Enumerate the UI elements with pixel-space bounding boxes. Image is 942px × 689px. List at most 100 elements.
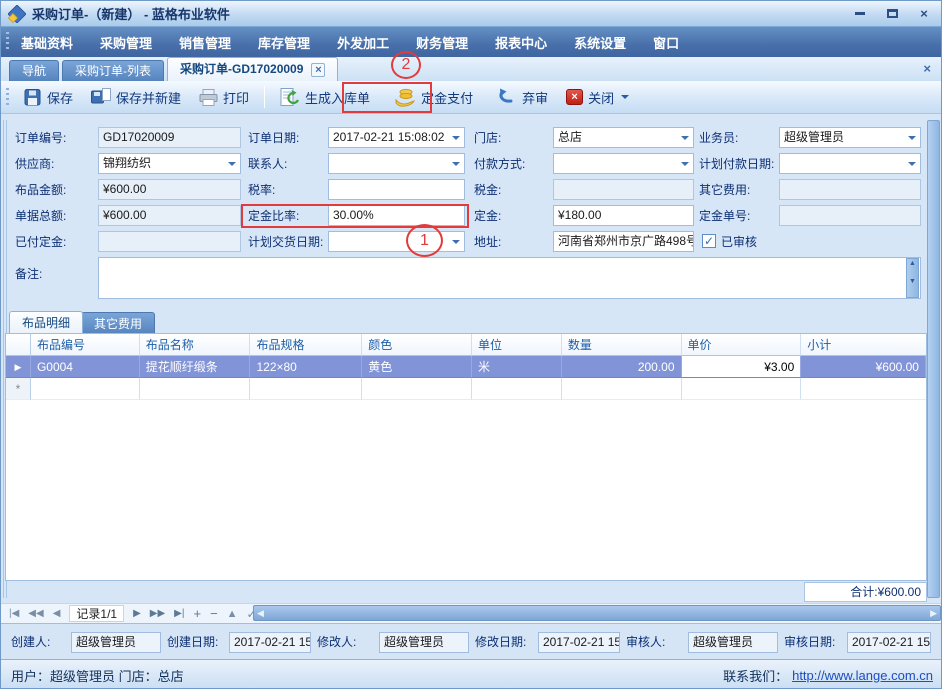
- order-no-value: GD17020009: [103, 130, 174, 144]
- plan-delivery-date-field[interactable]: [328, 231, 465, 252]
- cell-color[interactable]: 黄色: [362, 356, 472, 378]
- chevron-down-icon[interactable]: [452, 136, 460, 140]
- print-button[interactable]: 打印: [192, 85, 256, 110]
- close-button[interactable]: ×: [913, 4, 935, 22]
- deposit-field[interactable]: ¥180.00: [553, 205, 694, 226]
- nav-delete-button[interactable]: −: [210, 606, 218, 621]
- menu-purchase[interactable]: 采购管理: [100, 33, 152, 52]
- chevron-down-icon[interactable]: [621, 95, 629, 99]
- empty-cell[interactable]: [472, 378, 562, 400]
- menu-settings[interactable]: 系统设置: [574, 33, 626, 52]
- nav-insert-button[interactable]: +: [193, 606, 201, 621]
- cell-fabric-name[interactable]: 提花顺纡缎条: [140, 356, 251, 378]
- table-header-row: 布品编号 布品名称 布品规格 颜色 单位 数量 单价 小计: [6, 334, 926, 356]
- tab-other-fee[interactable]: 其它费用: [81, 312, 155, 334]
- vertical-scrollbar[interactable]: [927, 120, 940, 598]
- chevron-down-icon[interactable]: [681, 136, 689, 140]
- empty-cell[interactable]: [140, 378, 251, 400]
- tab-navigation[interactable]: 导航: [9, 60, 59, 81]
- nav-next-page-button[interactable]: ▶▶: [150, 608, 165, 619]
- auditor-field: 超级管理员: [688, 632, 778, 653]
- chevron-down-icon[interactable]: [908, 136, 916, 140]
- store-field[interactable]: 总店: [553, 127, 694, 148]
- empty-cell[interactable]: [31, 378, 140, 400]
- nav-first-button[interactable]: |◀: [9, 608, 19, 619]
- audit-band: 创建人: 超级管理员 创建日期: 2017-02-21 15 修改人: 超级管理…: [1, 623, 942, 659]
- table-row-selected[interactable]: ▶ G0004 提花顺纡缎条 122×80 黄色 米 200.00 ¥3.00 …: [6, 356, 926, 378]
- contact-field[interactable]: [328, 153, 465, 174]
- col-fabric-name[interactable]: 布品名称: [140, 334, 251, 356]
- chevron-down-icon[interactable]: [228, 162, 236, 166]
- print-label: 打印: [223, 88, 249, 107]
- address-field[interactable]: 河南省郑州市京广路498号: [553, 231, 694, 252]
- menu-inventory[interactable]: 库存管理: [258, 33, 310, 52]
- empty-cell[interactable]: [362, 378, 472, 400]
- cell-price[interactable]: ¥3.00: [682, 356, 802, 378]
- tab-fabric-detail[interactable]: 布品明细: [9, 311, 83, 333]
- nav-last-button[interactable]: ▶|: [174, 608, 184, 619]
- empty-cell[interactable]: [801, 378, 926, 400]
- chevron-down-icon[interactable]: [452, 240, 460, 244]
- col-qty[interactable]: 数量: [562, 334, 682, 356]
- tab-order-list[interactable]: 采购订单-列表: [62, 60, 164, 81]
- plan-pay-date-field[interactable]: [779, 153, 921, 174]
- supplier-field[interactable]: 锦翔纺织: [98, 153, 241, 174]
- empty-cell[interactable]: [562, 378, 682, 400]
- tab-close-icon[interactable]: ×: [311, 63, 325, 77]
- cell-subtotal[interactable]: ¥600.00: [801, 356, 926, 378]
- col-fabric-code[interactable]: 布品编号: [31, 334, 140, 356]
- save-and-new-button[interactable]: 保存并新建: [84, 85, 188, 110]
- horizontal-scrollbar[interactable]: ◀ ▶: [253, 605, 941, 621]
- nav-next-button[interactable]: ▶: [133, 608, 141, 619]
- close-form-label: 关闭: [588, 88, 614, 107]
- chevron-down-icon[interactable]: [908, 162, 916, 166]
- other-fee-field: [779, 179, 921, 200]
- tabbar-close-icon[interactable]: ×: [923, 61, 931, 76]
- creator-field: 超级管理员: [71, 632, 161, 653]
- col-color[interactable]: 颜色: [362, 334, 472, 356]
- contact-link[interactable]: http://www.lange.com.cn: [792, 668, 933, 683]
- approved-checkbox[interactable]: ✓: [702, 234, 716, 248]
- remark-textarea[interactable]: [98, 257, 921, 299]
- col-unit[interactable]: 单位: [472, 334, 562, 356]
- unapprove-button[interactable]: 弃审: [490, 85, 555, 110]
- fabric-amount-label: 布品金额:: [15, 180, 66, 201]
- cell-fabric-spec[interactable]: 122×80: [250, 356, 362, 378]
- menu-window[interactable]: 窗口: [653, 33, 679, 52]
- col-fabric-spec[interactable]: 布品规格: [250, 334, 362, 356]
- remark-scrollbar[interactable]: ▲▼: [906, 258, 919, 298]
- scroll-right-icon[interactable]: ▶: [930, 608, 937, 619]
- tax-rate-field[interactable]: [328, 179, 465, 200]
- pay-method-field[interactable]: [553, 153, 694, 174]
- maximize-button[interactable]: [881, 4, 903, 22]
- col-price[interactable]: 单价: [682, 334, 802, 356]
- menu-outsourcing[interactable]: 外发加工: [337, 33, 389, 52]
- menu-basic-data[interactable]: 基础资料: [21, 33, 73, 52]
- app-window: 采购订单-（新建） - 蓝格布业软件 × 基础资料 采购管理 销售管理 库存管理…: [0, 0, 942, 689]
- nav-prior-button[interactable]: ◀: [53, 608, 61, 619]
- nav-edit-button[interactable]: ▲: [227, 608, 238, 620]
- annotation-box-deposit-pay: [342, 82, 432, 113]
- cell-fabric-code[interactable]: G0004: [31, 356, 140, 378]
- col-subtotal[interactable]: 小计: [801, 334, 926, 356]
- menu-finance[interactable]: 财务管理: [416, 33, 468, 52]
- minimize-button[interactable]: [849, 4, 871, 22]
- table-new-row[interactable]: *: [6, 378, 926, 400]
- save-button[interactable]: 保存: [17, 85, 80, 110]
- deposit-label: 定金:: [474, 206, 501, 227]
- menu-reports[interactable]: 报表中心: [495, 33, 547, 52]
- close-form-button[interactable]: × 关闭: [559, 85, 636, 110]
- cell-qty[interactable]: 200.00: [562, 356, 682, 378]
- salesman-field[interactable]: 超级管理员: [779, 127, 921, 148]
- tab-order-current[interactable]: 采购订单-GD17020009 ×: [167, 57, 338, 81]
- menu-sales[interactable]: 销售管理: [179, 33, 231, 52]
- cell-unit[interactable]: 米: [472, 356, 562, 378]
- scroll-left-icon[interactable]: ◀: [257, 608, 264, 619]
- empty-cell[interactable]: [682, 378, 802, 400]
- order-date-field[interactable]: 2017-02-21 15:08:02: [328, 127, 465, 148]
- chevron-down-icon[interactable]: [681, 162, 689, 166]
- nav-prior-page-button[interactable]: ◀◀: [28, 608, 43, 619]
- empty-cell[interactable]: [250, 378, 362, 400]
- chevron-down-icon[interactable]: [452, 162, 460, 166]
- header-gutter: [6, 334, 31, 356]
